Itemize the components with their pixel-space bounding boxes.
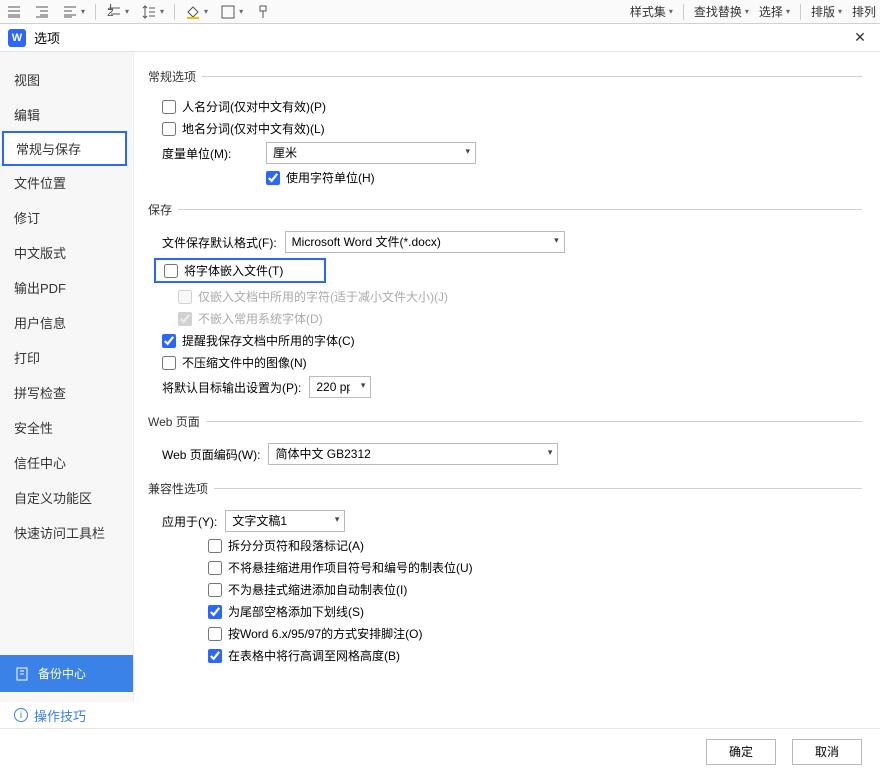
- tips-link[interactable]: 操作技巧: [34, 706, 86, 725]
- separator: [95, 4, 96, 20]
- separator: [683, 4, 684, 20]
- apply-to-select[interactable]: 文字文稿1: [225, 510, 345, 532]
- indent-decrease-icon: [6, 4, 22, 20]
- section-general: 常规选项 人名分词(仅对中文有效)(P) 地名分词(仅对中文有效)(L) 度量单…: [148, 68, 862, 191]
- app-icon: W: [8, 29, 26, 47]
- sidebar-item-general-save[interactable]: 常规与保存: [2, 131, 127, 166]
- fill-color-button[interactable]: [181, 2, 212, 22]
- line-spacing-button[interactable]: [137, 2, 168, 22]
- apply-to-label: 应用于(Y):: [162, 513, 217, 530]
- select-menu[interactable]: 选择: [757, 3, 792, 20]
- options-sidebar: 视图 编辑 常规与保存 文件位置 修订 中文版式 输出PDF 用户信息 打印 拼…: [0, 52, 134, 702]
- checkbox-place-seg[interactable]: 地名分词(仅对中文有效)(L): [162, 120, 325, 137]
- checkbox-no-compress-img[interactable]: 不压缩文件中的图像(N): [162, 354, 307, 371]
- lightbulb-icon: i: [14, 708, 28, 722]
- section-web: Web 页面 Web 页面编码(W): 简体中文 GB2312: [148, 413, 862, 470]
- line-spacing-icon: [141, 4, 157, 20]
- align-left-icon: [62, 4, 78, 20]
- sidebar-item-trust-center[interactable]: 信任中心: [0, 445, 133, 480]
- arrange2-menu[interactable]: 排列: [850, 3, 878, 20]
- embed-font-highlight: 将字体嵌入文件(T): [154, 258, 326, 283]
- checkbox-compat-4[interactable]: 按Word 6.x/95/97的方式安排脚注(O): [208, 625, 423, 642]
- section-compat-legend: 兼容性选项: [148, 480, 214, 497]
- encoding-label: Web 页面编码(W):: [162, 446, 260, 463]
- ordered-list-button[interactable]: 12: [102, 2, 133, 22]
- border-button[interactable]: [216, 2, 247, 22]
- backup-center-button[interactable]: 备份中心: [0, 655, 133, 692]
- format-label: 文件保存默认格式(F):: [162, 234, 277, 251]
- close-icon[interactable]: ✕: [848, 26, 872, 50]
- border-icon: [220, 4, 236, 20]
- sidebar-item-cn-layout[interactable]: 中文版式: [0, 235, 133, 270]
- ppi-select[interactable]: 220 ppi: [309, 376, 371, 398]
- brush-icon: [255, 4, 271, 20]
- sidebar-item-export-pdf[interactable]: 输出PDF: [0, 270, 133, 305]
- sidebar-item-revision[interactable]: 修订: [0, 200, 133, 235]
- sidebar-item-quick-access[interactable]: 快速访问工具栏: [0, 515, 133, 550]
- section-save-legend: 保存: [148, 201, 178, 218]
- separator: [174, 4, 175, 20]
- ppi-label: 将默认目标输出设置为(P):: [162, 379, 301, 396]
- align-button[interactable]: [58, 2, 89, 22]
- find-replace-menu[interactable]: 查找替换: [692, 3, 751, 20]
- dialog-titlebar: W 选项 ✕: [0, 24, 880, 52]
- sidebar-item-edit[interactable]: 编辑: [0, 97, 133, 132]
- indent-decrease-button[interactable]: [2, 2, 26, 22]
- style-set-menu[interactable]: 样式集: [628, 3, 675, 20]
- dialog-footer: 确定 取消: [0, 728, 880, 774]
- checkbox-compat-3[interactable]: 为尾部空格添加下划线(S): [208, 603, 364, 620]
- main-toolbar: 12 样式集 查找替换 选择 排版 排列: [0, 0, 880, 24]
- ok-button[interactable]: 确定: [706, 739, 776, 765]
- section-web-legend: Web 页面: [148, 413, 206, 430]
- section-general-legend: 常规选项: [148, 68, 202, 85]
- checkbox-use-char-unit[interactable]: 使用字符单位(H): [266, 169, 375, 186]
- options-main-panel: 常规选项 人名分词(仅对中文有效)(P) 地名分词(仅对中文有效)(L) 度量单…: [134, 52, 880, 702]
- sidebar-item-view[interactable]: 视图: [0, 62, 133, 97]
- indent-increase-button[interactable]: [30, 2, 54, 22]
- checkbox-name-seg[interactable]: 人名分词(仅对中文有效)(P): [162, 98, 326, 115]
- sidebar-item-file-location[interactable]: 文件位置: [0, 165, 133, 200]
- format-painter-button[interactable]: [251, 2, 275, 22]
- section-compat: 兼容性选项 应用于(Y): 文字文稿1 拆分分页符和段落标记(A) 不将悬挂缩进…: [148, 480, 862, 669]
- encoding-select[interactable]: 简体中文 GB2312: [268, 443, 558, 465]
- checkbox-compat-2[interactable]: 不为悬挂式缩进添加自动制表位(I): [208, 581, 407, 598]
- separator: [800, 4, 801, 20]
- checkbox-remind-font[interactable]: 提醒我保存文档中所用的字体(C): [162, 332, 355, 349]
- checkbox-embed-font[interactable]: 将字体嵌入文件(T): [164, 262, 283, 279]
- backup-icon: [14, 666, 30, 682]
- unit-select[interactable]: 厘米: [266, 142, 476, 164]
- checkbox-no-sys-font: 不嵌入常用系统字体(D): [178, 310, 323, 327]
- svg-text:2: 2: [107, 5, 114, 19]
- checkbox-compat-1[interactable]: 不将悬挂缩进用作项目符号和编号的制表位(U): [208, 559, 473, 576]
- sidebar-item-security[interactable]: 安全性: [0, 410, 133, 445]
- checkbox-embed-used-only: 仅嵌入文档中所用的字符(适于减小文件大小)(J): [178, 288, 448, 305]
- paint-bucket-icon: [185, 4, 201, 20]
- section-save: 保存 文件保存默认格式(F): Microsoft Word 文件(*.docx…: [148, 201, 862, 403]
- backup-center-label: 备份中心: [38, 665, 86, 682]
- arrange-menu[interactable]: 排版: [809, 3, 844, 20]
- cancel-button[interactable]: 取消: [792, 739, 862, 765]
- ordered-list-icon: 12: [106, 4, 122, 20]
- sidebar-item-spellcheck[interactable]: 拼写检查: [0, 375, 133, 410]
- checkbox-compat-0[interactable]: 拆分分页符和段落标记(A): [208, 537, 364, 554]
- checkbox-compat-5[interactable]: 在表格中将行高调至网格高度(B): [208, 647, 400, 664]
- indent-increase-icon: [34, 4, 50, 20]
- unit-label: 度量单位(M):: [162, 145, 258, 162]
- dialog-title: 选项: [34, 28, 848, 47]
- sidebar-item-customize-ribbon[interactable]: 自定义功能区: [0, 480, 133, 515]
- sidebar-item-print[interactable]: 打印: [0, 340, 133, 375]
- sidebar-item-user-info[interactable]: 用户信息: [0, 305, 133, 340]
- default-format-select[interactable]: Microsoft Word 文件(*.docx): [285, 231, 565, 253]
- tips-bar: i 操作技巧: [0, 702, 880, 728]
